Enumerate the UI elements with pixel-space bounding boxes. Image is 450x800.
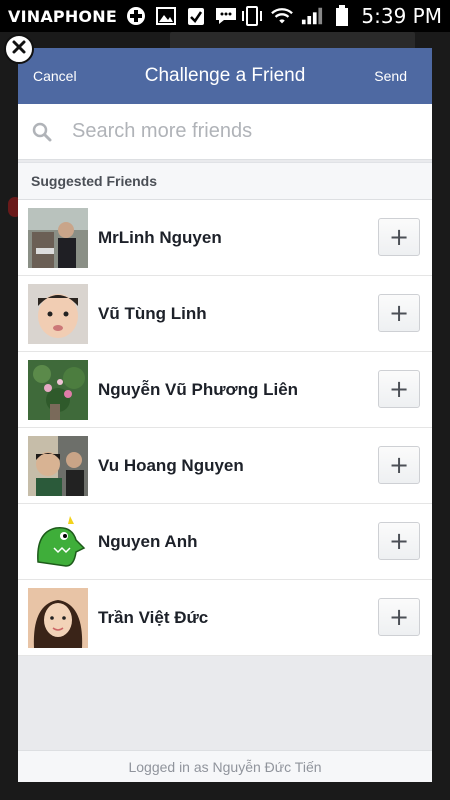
wifi-icon xyxy=(271,6,294,26)
add-friend-button[interactable]: + xyxy=(378,294,420,332)
medical-cross-icon xyxy=(125,6,147,26)
add-friend-button[interactable]: + xyxy=(378,218,420,256)
add-friend-button[interactable]: + xyxy=(378,446,420,484)
friend-list: MrLinh Nguyen + Vũ Tùng Linh + Nguyễn Vũ… xyxy=(18,200,432,656)
friend-row[interactable]: Trần Việt Đức + xyxy=(18,580,432,656)
send-button[interactable]: Send xyxy=(374,48,407,104)
battery-icon xyxy=(331,5,353,26)
friend-name: Trần Việt Đức xyxy=(98,607,209,627)
image-icon xyxy=(155,6,177,26)
search-input[interactable] xyxy=(72,120,392,143)
avatar xyxy=(28,511,88,572)
friend-row[interactable]: Nguyễn Vũ Phương Liên + xyxy=(18,352,432,428)
friend-row[interactable]: Vu Hoang Nguyen + xyxy=(18,428,432,504)
avatar xyxy=(28,359,88,420)
status-bar: VINAPHONE 5:39 PM xyxy=(0,0,450,32)
logged-in-footer: Logged in as Nguyễn Đức Tiến xyxy=(18,750,432,782)
add-friend-button[interactable]: + xyxy=(378,370,420,408)
message-icon xyxy=(215,6,237,26)
carrier-name: VINAPHONE xyxy=(8,6,117,26)
friend-name: Nguyen Anh xyxy=(98,531,198,551)
avatar xyxy=(28,435,88,496)
close-icon xyxy=(11,39,27,60)
friend-name: Vu Hoang Nguyen xyxy=(98,455,244,475)
avatar xyxy=(28,283,88,344)
add-friend-button[interactable]: + xyxy=(378,522,420,560)
suggested-friends-heading: Suggested Friends xyxy=(18,162,432,200)
avatar xyxy=(28,207,88,268)
add-friend-button[interactable]: + xyxy=(378,598,420,636)
dialog-title: Challenge a Friend xyxy=(144,65,306,86)
close-button[interactable] xyxy=(4,34,34,64)
vibrate-icon xyxy=(241,6,263,26)
friend-row[interactable]: Vũ Tùng Linh + xyxy=(18,276,432,352)
task-check-icon xyxy=(185,6,207,26)
clock: 5:39 PM xyxy=(361,4,442,28)
friend-row[interactable]: MrLinh Nguyen + xyxy=(18,200,432,276)
cancel-button[interactable]: Cancel xyxy=(33,48,77,104)
search-icon xyxy=(32,122,52,142)
signal-icon xyxy=(301,6,323,26)
friend-name: Nguyễn Vũ Phương Liên xyxy=(98,379,299,399)
search-bar xyxy=(18,104,432,160)
friend-name: MrLinh Nguyen xyxy=(98,227,222,247)
challenge-dialog: Cancel Challenge a Friend Send Suggested… xyxy=(18,48,432,782)
friend-row[interactable]: Nguyen Anh + xyxy=(18,504,432,580)
friend-name: Vũ Tùng Linh xyxy=(98,303,207,323)
avatar xyxy=(28,587,88,648)
dialog-header: Cancel Challenge a Friend Send xyxy=(18,48,432,104)
